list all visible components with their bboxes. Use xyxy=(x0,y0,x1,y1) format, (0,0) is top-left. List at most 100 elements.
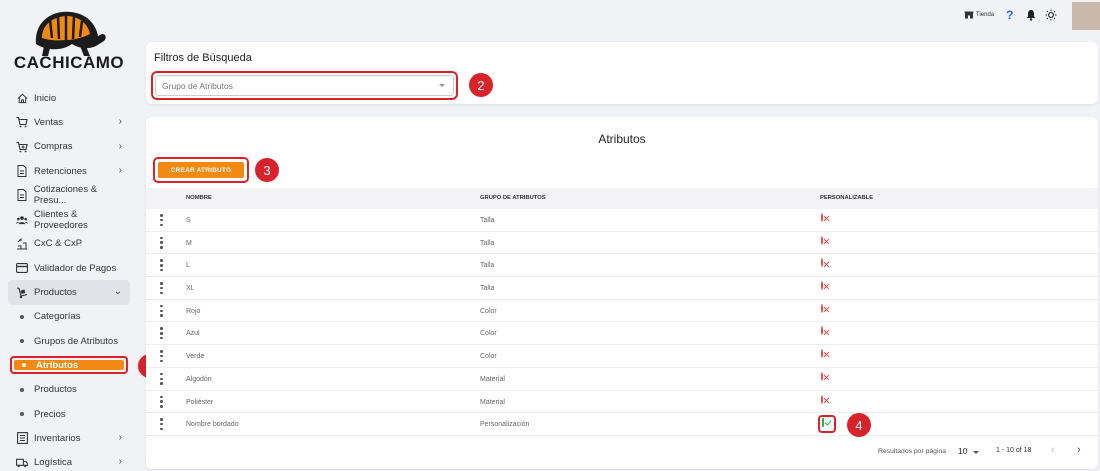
sidebar-subitem-categorias[interactable]: Categorías xyxy=(8,305,130,329)
check-icon xyxy=(822,418,824,428)
sidebar-item-label: Inventarios xyxy=(34,432,81,444)
sidebar-item-cxc[interactable]: CxC & CxP xyxy=(8,232,130,256)
sidebar-item-ventas[interactable]: Ventas › xyxy=(8,110,130,134)
cell-group: Material xyxy=(480,375,505,383)
row-menu-icon[interactable] xyxy=(160,350,163,363)
sidebar-subitem-label: Precios xyxy=(34,408,66,420)
bullet-icon xyxy=(20,412,24,416)
page-title: Atributos xyxy=(598,132,646,146)
cell-group: Personalización xyxy=(480,421,530,429)
sidebar-item-clientes[interactable]: Clientes & Proveedores xyxy=(8,207,130,231)
x-circle-icon xyxy=(821,371,833,385)
table-row: Verde Color xyxy=(146,345,1098,368)
attribute-group-select[interactable]: Grupo de Atributos xyxy=(155,75,454,96)
row-menu-icon[interactable] xyxy=(160,282,163,295)
sidebar-item-logistica[interactable]: Logística › xyxy=(8,450,130,471)
create-attribute-button[interactable]: CREAR ATRIBUTO xyxy=(158,162,244,178)
chevron-right-icon: › xyxy=(118,456,122,468)
cell-group: Talla xyxy=(480,285,495,293)
avatar[interactable] xyxy=(1072,2,1100,30)
cell-group: Color xyxy=(480,330,497,338)
active-item-fill: Atributos xyxy=(14,359,124,371)
sidebar-subitem-atributos[interactable]: Atributos xyxy=(8,353,130,377)
attributes-table-body: S Talla M Talla L Talla XL Talla Rojo Co… xyxy=(146,209,1098,436)
sidebar-item-label: Cotizaciones & Presu... xyxy=(33,184,98,207)
highlight-box xyxy=(818,415,836,434)
sidebar-item-label: Productos xyxy=(34,287,77,299)
table-row: XL Talla xyxy=(146,277,1098,300)
row-menu-icon[interactable] xyxy=(160,214,163,226)
per-page-select[interactable]: 10 xyxy=(958,446,967,456)
cell-name: S xyxy=(186,217,191,224)
cell-name: Poliéster xyxy=(186,398,214,406)
cell-group: Material xyxy=(480,398,505,406)
credit-card-icon xyxy=(16,262,28,274)
bullet-icon xyxy=(20,387,24,392)
document-icon xyxy=(16,189,28,202)
help-icon[interactable]: ? xyxy=(1006,8,1013,22)
sidebar-nav: Inicio Ventas › Compras › Retenciones › … xyxy=(8,86,130,471)
bell-icon[interactable] xyxy=(1025,9,1037,21)
sidebar-item-retenciones[interactable]: Retenciones › xyxy=(8,159,130,183)
prev-page-button[interactable]: ‹ xyxy=(1051,444,1055,456)
active-highlight: Atributos xyxy=(10,356,128,375)
sidebar-item-label: Logística xyxy=(34,457,73,469)
armadillo-logo[interactable] xyxy=(28,4,108,58)
sidebar-subitem-label: Atributos xyxy=(36,359,79,371)
sidebar-subitem-productos[interactable]: Productos xyxy=(8,378,130,402)
step-marker-3: 3 xyxy=(255,158,279,182)
table-row: Rojo Color xyxy=(146,300,1098,323)
step-marker-4: 4 xyxy=(847,413,871,437)
row-menu-icon[interactable] xyxy=(160,304,163,317)
bullet-icon xyxy=(20,314,24,319)
table-row: Algodón Material xyxy=(146,368,1098,391)
filters-card: Filtros de Búsqueda Grupo de Atributos xyxy=(146,42,1098,104)
sidebar-item-label: Ventas xyxy=(34,116,64,128)
column-header-nombre[interactable]: NOMBRE xyxy=(186,195,212,201)
row-menu-icon[interactable] xyxy=(160,259,163,272)
x-circle-icon xyxy=(821,326,833,339)
sidebar-item-compras[interactable]: Compras › xyxy=(8,135,130,159)
caret-down-icon[interactable] xyxy=(973,451,979,454)
theme-toggle-icon[interactable] xyxy=(1045,9,1057,21)
attributes-card: Atributos CREAR ATRIBUTO NOMBRE GRUPO DE… xyxy=(146,117,1098,469)
highlight-box: Grupo de Atributos xyxy=(151,71,458,100)
row-menu-icon[interactable] xyxy=(160,327,163,340)
home-icon xyxy=(16,92,28,104)
table-header: NOMBRE GRUPO DE ATRIBUTOS PERSONALIZABLE xyxy=(146,188,1098,209)
sidebar-item-inicio[interactable]: Inicio xyxy=(8,86,130,110)
dolly-icon xyxy=(16,286,28,299)
per-page-label: Resultados por página xyxy=(878,448,947,455)
cell-group: Color xyxy=(480,353,497,361)
sidebar-subitem-grupos-atributos[interactable]: Grupos de Atributos xyxy=(8,329,130,353)
row-menu-icon[interactable] xyxy=(160,372,163,385)
sidebar-item-validador[interactable]: Validador de Pagos xyxy=(8,256,130,280)
sidebar-item-label: Inicio xyxy=(34,92,57,104)
sidebar-item-cotizaciones[interactable]: Cotizaciones & Presu... xyxy=(8,183,130,207)
truck-icon xyxy=(16,457,28,469)
table-row: L Talla xyxy=(146,254,1098,278)
row-menu-icon[interactable] xyxy=(160,418,163,431)
table-row: S Talla xyxy=(146,209,1098,232)
sidebar-item-productos[interactable]: Productos ⌄ xyxy=(8,280,130,305)
table-row: Poliéster Material xyxy=(146,391,1098,414)
store-link[interactable]: Tienda xyxy=(964,11,994,19)
next-page-button[interactable]: › xyxy=(1077,444,1081,456)
row-menu-icon[interactable] xyxy=(160,236,163,249)
sidebar-item-inventarios[interactable]: Inventarios › xyxy=(8,426,130,450)
cell-name: L xyxy=(186,262,190,270)
column-header-grupo[interactable]: GRUPO DE ATRIBUTOS xyxy=(480,195,546,201)
brand-name: CACHICAMO xyxy=(13,53,125,72)
sidebar-subitem-precios[interactable]: Precios xyxy=(8,402,130,426)
table-row: Azul Color xyxy=(146,322,1098,346)
chevron-right-icon: › xyxy=(118,140,122,152)
cell-name: Algodón xyxy=(186,375,212,383)
bullet-icon xyxy=(22,363,26,368)
inventory-icon xyxy=(16,432,28,445)
cell-name: XL xyxy=(186,285,195,293)
step-marker-2: 2 xyxy=(469,73,493,97)
caret-down-icon xyxy=(439,84,445,87)
row-menu-icon[interactable] xyxy=(160,395,163,408)
column-header-personalizable[interactable]: PERSONALIZABLE xyxy=(820,195,873,201)
sidebar: CACHICAMO Inicio Ventas › Compras › Rete… xyxy=(0,0,138,471)
